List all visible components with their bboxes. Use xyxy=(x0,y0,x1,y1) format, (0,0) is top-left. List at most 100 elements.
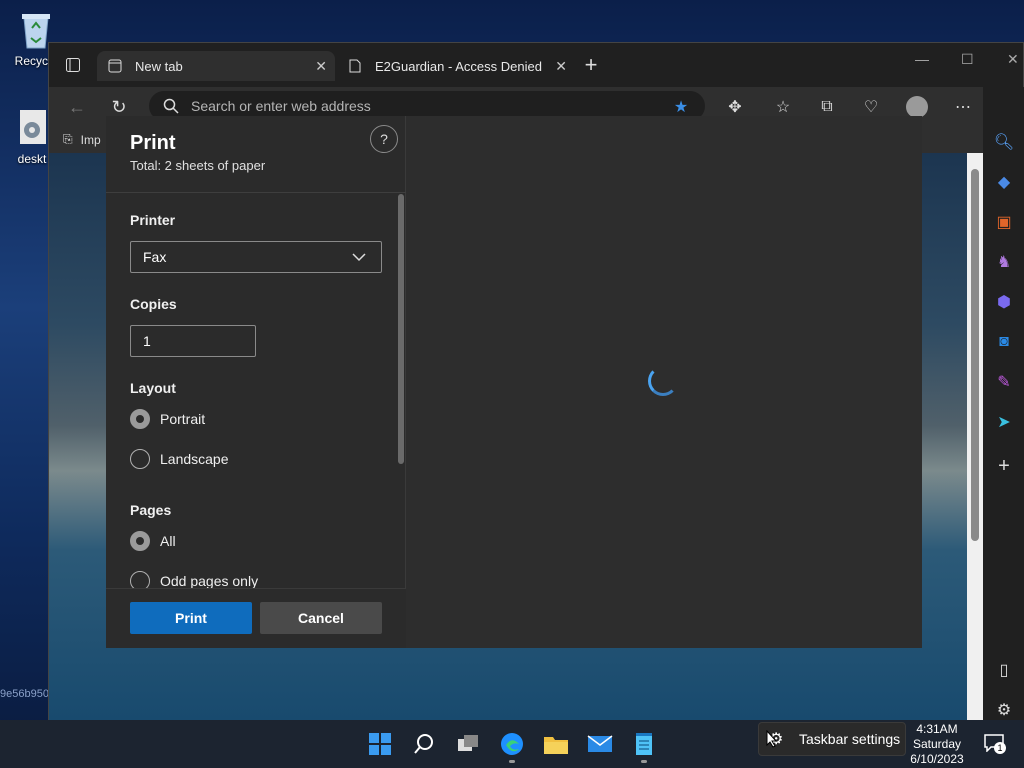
refresh-icon: ↻ xyxy=(111,96,127,117)
plus-icon: + xyxy=(998,454,1010,477)
notepad-icon xyxy=(636,733,652,755)
favorites-item-label: Imp xyxy=(80,132,101,147)
page-scrollbar[interactable] xyxy=(967,153,983,721)
back-arrow-icon: ← xyxy=(68,96,86,117)
document-icon xyxy=(347,58,363,74)
radio-unselected-icon xyxy=(130,449,150,469)
sidebar-tools-button[interactable]: ▣ xyxy=(993,211,1015,233)
settings-more-button[interactable]: ⋯ xyxy=(949,93,977,121)
copies-label: Copies xyxy=(130,296,177,312)
collections-icon: ⧉ xyxy=(821,98,833,115)
chevron-down-icon xyxy=(352,253,366,262)
radio-selected-icon xyxy=(130,409,150,429)
sidebar-outlook-button[interactable]: ◙ xyxy=(993,331,1015,353)
sidebar-hide-button[interactable]: ▯ xyxy=(993,659,1015,681)
radio-selected-icon xyxy=(130,531,150,551)
print-settings-panel: Print Total: 2 sheets of paper ? Printer… xyxy=(106,116,406,648)
puzzle-icon: ✥ xyxy=(728,99,742,116)
tab-label: E2Guardian - Access Denied xyxy=(375,58,542,74)
sidebar-settings-button[interactable]: ⚙ xyxy=(993,699,1015,721)
start-button[interactable] xyxy=(366,730,394,758)
favorites-item[interactable]: ⎘ Imp xyxy=(63,132,101,147)
desktop-file-label: deskt xyxy=(17,152,47,166)
new-tab-page-icon xyxy=(107,58,123,74)
print-total: Total: 2 sheets of paper xyxy=(130,158,266,173)
clock-date: 6/10/2023 xyxy=(910,752,964,766)
edge-taskbar-button[interactable] xyxy=(498,730,526,758)
sidebar-search-button[interactable]: 🔍︎ xyxy=(993,131,1015,153)
heartbeat-icon: ♡ xyxy=(863,99,879,116)
tab-new-tab[interactable]: New tab ✕ xyxy=(97,51,335,81)
print-footer: Print Cancel xyxy=(106,588,406,648)
title-bar: New tab ✕ E2Guardian - Access Denied ✕ +… xyxy=(49,43,1023,87)
task-view-button[interactable] xyxy=(454,730,482,758)
folder-icon xyxy=(544,737,568,754)
windows-logo-icon xyxy=(369,733,391,755)
layout-portrait-radio[interactable]: Portrait xyxy=(130,409,205,429)
mail-button[interactable] xyxy=(586,730,614,758)
avatar xyxy=(906,96,928,118)
send-icon: ➤ xyxy=(997,414,1011,431)
divider xyxy=(106,192,406,193)
chess-icon: ♞ xyxy=(996,254,1012,271)
print-button[interactable]: Print xyxy=(130,602,252,634)
cancel-button[interactable]: Cancel xyxy=(260,602,382,634)
notification-center-button[interactable]: 1 xyxy=(984,734,1006,754)
sidebar-designer-button[interactable]: ✎ xyxy=(993,371,1015,393)
radio-label: Landscape xyxy=(160,451,229,467)
notepad-running-indicator xyxy=(641,760,647,763)
system-clock[interactable]: 4:31AM Saturday 6/10/2023 xyxy=(906,722,968,767)
sidebar-drop-button[interactable]: ➤ xyxy=(993,411,1015,433)
sidebar-shopping-button[interactable]: ◆ xyxy=(993,171,1015,193)
office-icon: ⬢ xyxy=(997,294,1011,311)
task-view-icon xyxy=(458,735,478,751)
file-explorer-button[interactable] xyxy=(542,730,570,758)
tag-icon: ◆ xyxy=(997,174,1011,191)
import-icon: ⎘ xyxy=(63,132,73,146)
sidebar-add-button[interactable]: + xyxy=(993,455,1015,477)
help-button[interactable]: ? xyxy=(370,125,398,153)
radio-label: Odd pages only xyxy=(160,573,259,589)
taskbar-settings-label: Taskbar settings xyxy=(799,731,901,747)
settings-file-icon xyxy=(14,108,50,148)
maximize-button[interactable]: ☐ xyxy=(961,51,974,68)
radio-label: Portrait xyxy=(160,411,206,427)
minimize-button[interactable]: — xyxy=(915,51,929,67)
page-scroll-thumb[interactable] xyxy=(971,169,979,541)
designer-icon: ✎ xyxy=(997,374,1011,391)
notification-count-badge: 1 xyxy=(994,742,1006,754)
layout-label: Layout xyxy=(130,380,176,396)
sidebar-games-button[interactable]: ♞ xyxy=(993,251,1015,273)
tab-e2guardian[interactable]: E2Guardian - Access Denied ✕ xyxy=(337,51,575,81)
printer-label: Printer xyxy=(130,212,176,228)
print-panel-scrollbar[interactable] xyxy=(398,194,404,464)
pages-label: Pages xyxy=(130,502,172,518)
sidebar-office-button[interactable]: ⬢ xyxy=(993,291,1015,313)
edge-icon xyxy=(501,733,523,755)
tab-actions-button[interactable] xyxy=(59,51,87,79)
printer-value: Fax xyxy=(143,249,167,265)
print-title: Print xyxy=(130,132,176,154)
notepad-button[interactable] xyxy=(630,730,658,758)
tab-label: New tab xyxy=(135,58,183,74)
search-icon xyxy=(414,734,433,754)
close-tab-icon[interactable]: ✕ xyxy=(555,58,567,75)
close-tab-icon[interactable]: ✕ xyxy=(315,58,327,75)
copies-input[interactable] xyxy=(130,325,256,357)
radio-label: All xyxy=(160,533,176,549)
printer-select[interactable]: Fax xyxy=(130,241,382,273)
pages-all-radio[interactable]: All xyxy=(130,531,176,551)
taskbar-settings-menu-item[interactable]: ⚙ Taskbar settings xyxy=(758,722,906,756)
tab-actions-icon xyxy=(66,58,80,72)
print-preview-area xyxy=(406,116,922,648)
new-tab-button[interactable]: + xyxy=(577,51,605,79)
close-window-button[interactable]: ✕ xyxy=(1007,51,1019,68)
search-taskbar-button[interactable] xyxy=(410,730,438,758)
panel-icon: ▯ xyxy=(999,662,1009,679)
back-button[interactable]: ← xyxy=(63,93,91,121)
favorites-star-icon: ☆ xyxy=(775,99,791,116)
address-input[interactable] xyxy=(191,98,651,114)
gear-icon: ⚙ xyxy=(996,702,1012,719)
mouse-cursor-icon xyxy=(766,729,778,753)
layout-landscape-radio[interactable]: Landscape xyxy=(130,449,229,469)
